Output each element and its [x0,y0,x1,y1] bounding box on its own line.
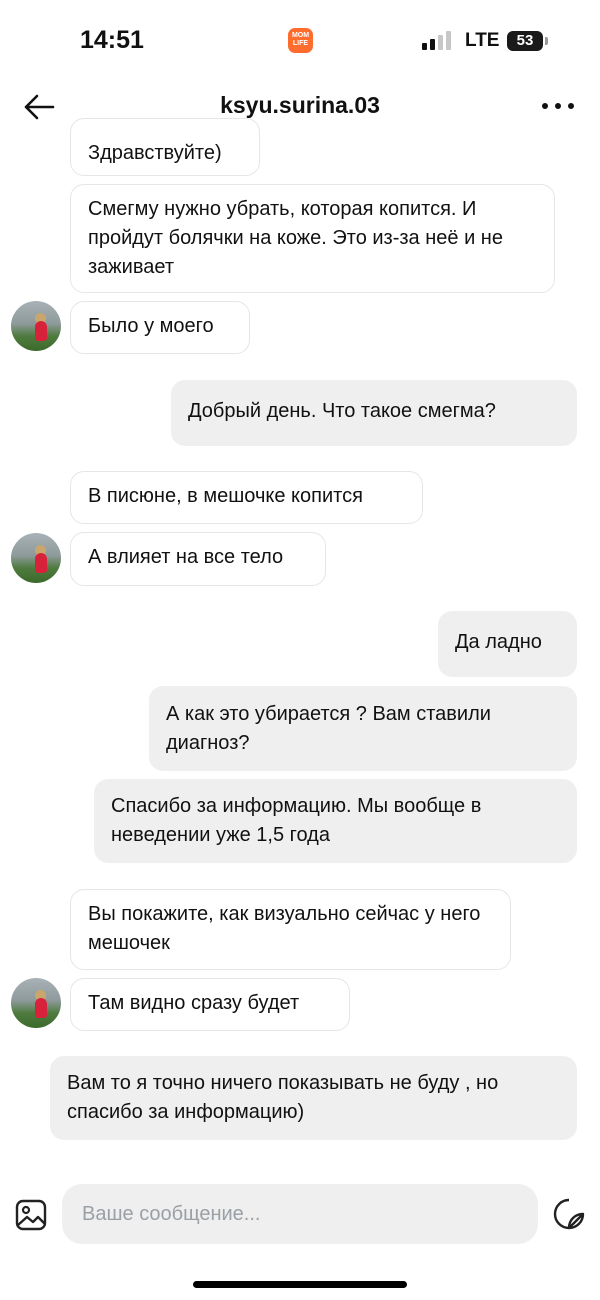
home-indicator [193,1281,407,1288]
message-incoming[interactable]: А влияет на все тело [70,532,326,586]
contact-avatar[interactable] [11,978,61,1028]
contact-avatar[interactable] [11,533,61,583]
image-icon [15,1199,47,1231]
more-button[interactable] [540,94,576,118]
message-incoming[interactable]: Смегму нужно убрать, которая копится. И … [70,184,555,293]
gallery-button[interactable] [14,1198,48,1232]
message-outgoing[interactable]: А как это убирается ? Вам ставили диагно… [149,686,577,771]
signal-icon [422,30,454,50]
message-incoming[interactable]: В писюне, в мешочке копится [70,471,423,524]
message-outgoing[interactable]: Вам то я точно ничего показывать не буду… [50,1056,577,1140]
contact-avatar[interactable] [11,301,61,351]
sticker-button[interactable] [552,1197,586,1231]
message-input[interactable] [62,1184,538,1244]
message-outgoing[interactable]: Добрый день. Что такое смегма? [171,380,577,446]
more-dots-icon [542,103,574,109]
battery-icon: 53 [507,31,543,51]
chat-title: ksyu.surina.03 [220,92,380,118]
status-time: 14:51 [80,26,144,54]
status-bar: 14:51 MOM LIFE LTE 53 [0,0,600,80]
message-outgoing[interactable]: Да ладно [438,611,577,677]
battery-tip [545,37,548,45]
network-type: LTE [465,30,500,51]
sticker-icon [553,1198,585,1230]
message-incoming[interactable]: Вы покажите, как визуально сейчас у него… [70,889,511,970]
message-outgoing[interactable]: Спасибо за информацию. Мы вообще в невед… [94,779,577,863]
message-incoming[interactable]: Там видно сразу будет [70,978,350,1031]
app-logo: MOM LIFE [288,28,313,53]
message-incoming[interactable]: Было у моего [70,301,250,354]
message-composer [0,1180,600,1250]
message-incoming[interactable]: Здравствуйте) [70,118,260,176]
